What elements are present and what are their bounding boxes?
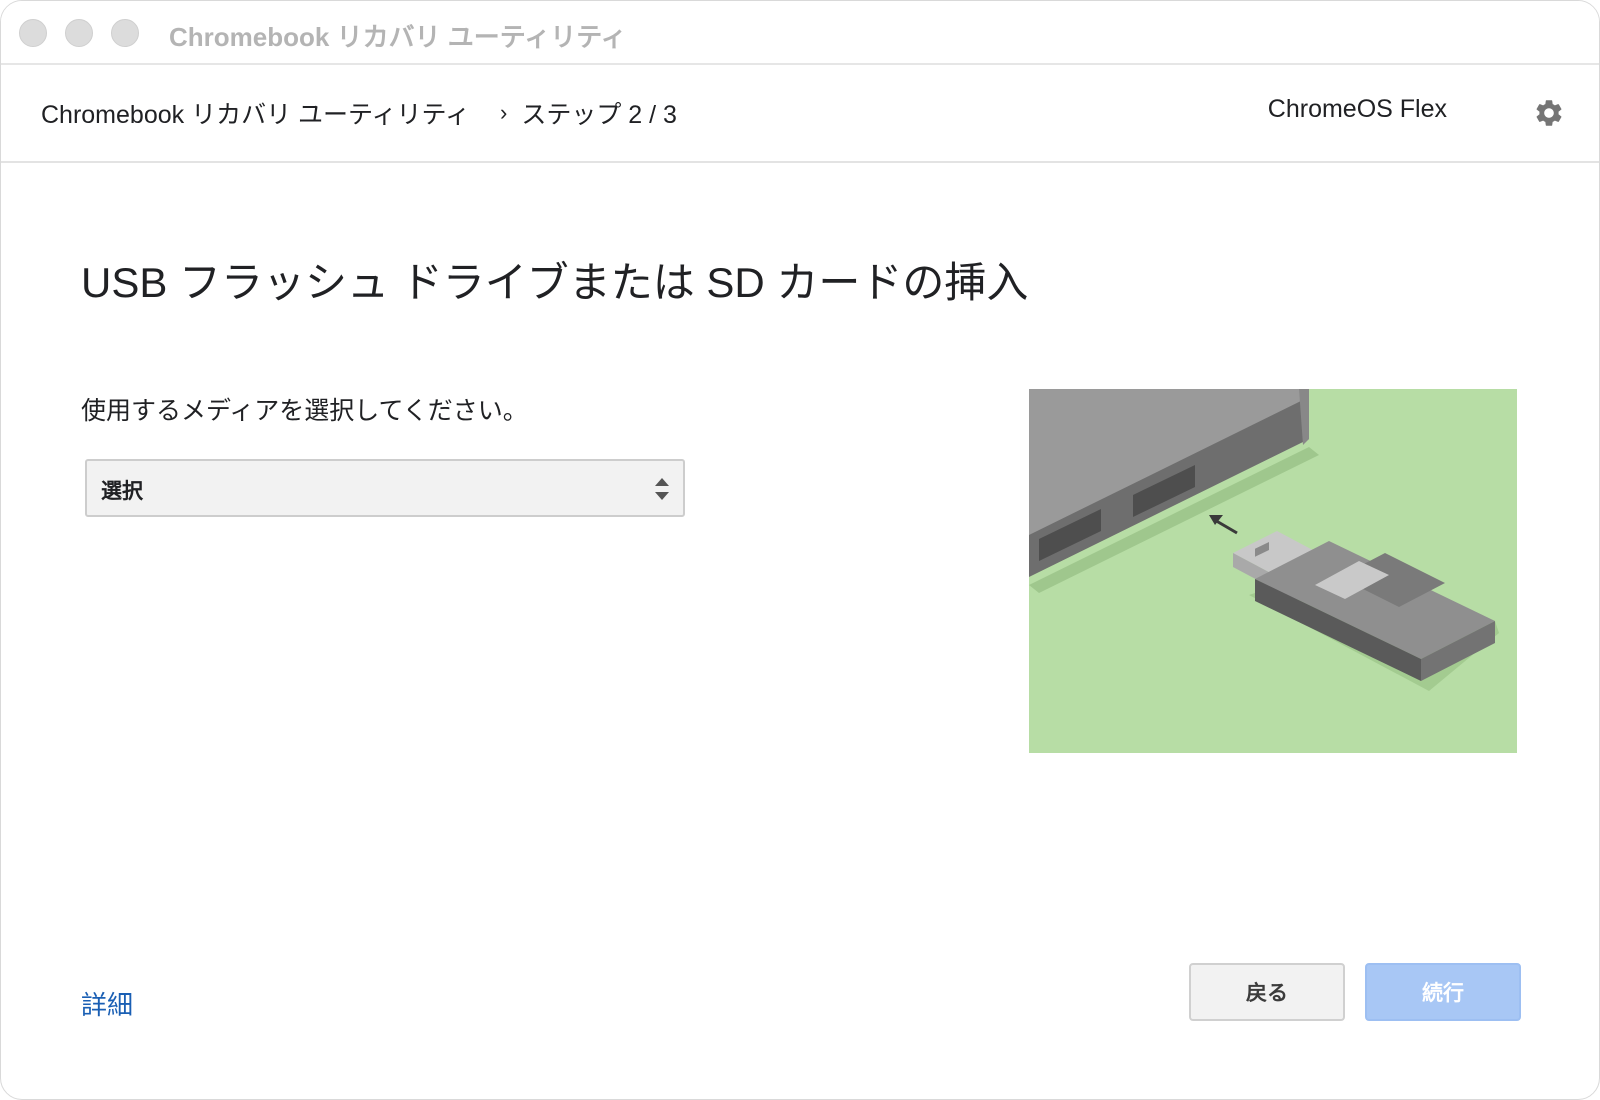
- select-arrows-icon: [655, 478, 669, 500]
- window-zoom-button[interactable]: [111, 19, 139, 47]
- gear-icon[interactable]: [1533, 97, 1565, 129]
- media-select[interactable]: 選択: [85, 459, 685, 517]
- breadcrumb-separator: ›: [500, 100, 508, 125]
- usb-insert-illustration: [1029, 389, 1517, 753]
- details-link[interactable]: 詳細: [81, 985, 133, 1022]
- product-name: ChromeOS Flex: [1267, 95, 1447, 123]
- usb-drive-insert-graphic: [1029, 389, 1499, 691]
- back-button[interactable]: 戻る: [1189, 963, 1345, 1021]
- breadcrumb-app: Chromebook リカバリ ユーティリティ: [41, 101, 471, 129]
- page-title: USB フラッシュ ドライブまたは SD カードの挿入: [81, 259, 1029, 306]
- breadcrumb: Chromebook リカバリ ユーティリティ › ステップ 2 / 3: [41, 95, 677, 131]
- breadcrumb-step: ステップ 2 / 3: [521, 101, 677, 129]
- window-minimize-button[interactable]: [65, 19, 93, 47]
- header-bar: Chromebook リカバリ ユーティリティ › ステップ 2 / 3 Chr…: [1, 65, 1599, 163]
- media-select-value: 選択: [101, 480, 143, 503]
- media-prompt: 使用するメディアを選択してください。: [81, 397, 528, 425]
- window-title: Chromebook リカバリ ユーティリティ: [169, 22, 627, 52]
- continue-button[interactable]: 続行: [1365, 963, 1521, 1021]
- app-window: Chromebook リカバリ ユーティリティ Chromebook リカバリ …: [0, 0, 1600, 1100]
- window-close-button[interactable]: [19, 19, 47, 47]
- title-bar: Chromebook リカバリ ユーティリティ: [1, 1, 1599, 65]
